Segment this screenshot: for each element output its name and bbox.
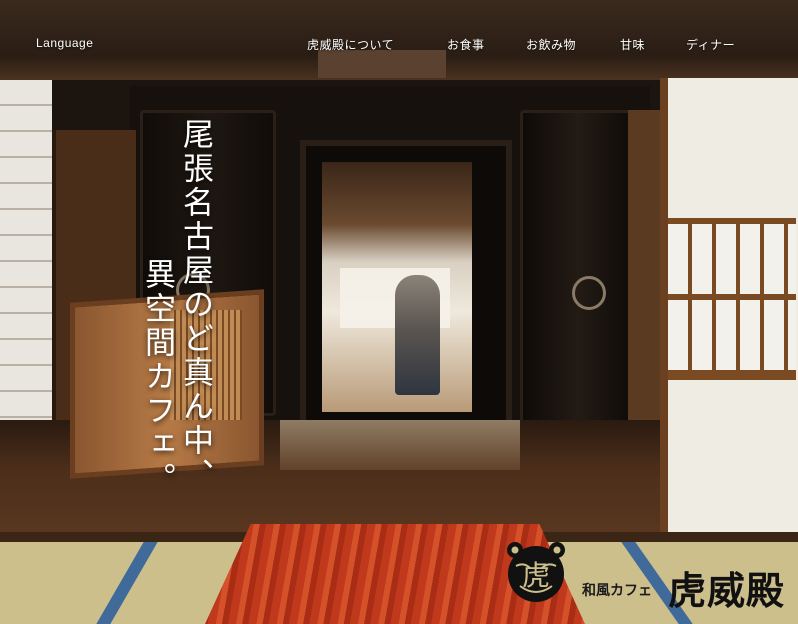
logo-subtitle: 和風カフェ [582, 583, 652, 599]
door-ring-right [572, 276, 606, 310]
nav-about[interactable]: 虎威殿について [307, 36, 394, 53]
logo-mark-char: 虎 [522, 559, 550, 592]
floor-light [280, 420, 520, 470]
shoji-left [0, 80, 52, 460]
black-panel-right [520, 110, 636, 436]
headline-line-2: 異空間カフェ。 [139, 258, 175, 496]
nav-sweets[interactable]: 甘味 [620, 36, 645, 53]
headline-line-1: 尾張名古屋のど真ん中、 [177, 118, 213, 492]
seated-person [395, 275, 440, 395]
tiger-emblem-icon: 虎 [507, 542, 565, 602]
logo-title: 虎威殿 [668, 568, 786, 613]
nav-dinner[interactable]: ディナー [686, 36, 735, 53]
hero-photo [0, 0, 798, 624]
brand-logo[interactable]: 虎 和風カフェ 虎威殿 [498, 538, 798, 624]
hero-headline: 尾張名古屋のど真ん中、 異空間カフェ。 [138, 118, 214, 538]
top-nav: Language 虎威殿について お食事 お飲み物 甘味 ディナー [0, 0, 798, 80]
nav-food[interactable]: お食事 [447, 36, 485, 53]
nav-drinks[interactable]: お飲み物 [526, 36, 576, 53]
shoji-lattice [668, 218, 796, 380]
language-link[interactable]: Language [36, 36, 93, 50]
